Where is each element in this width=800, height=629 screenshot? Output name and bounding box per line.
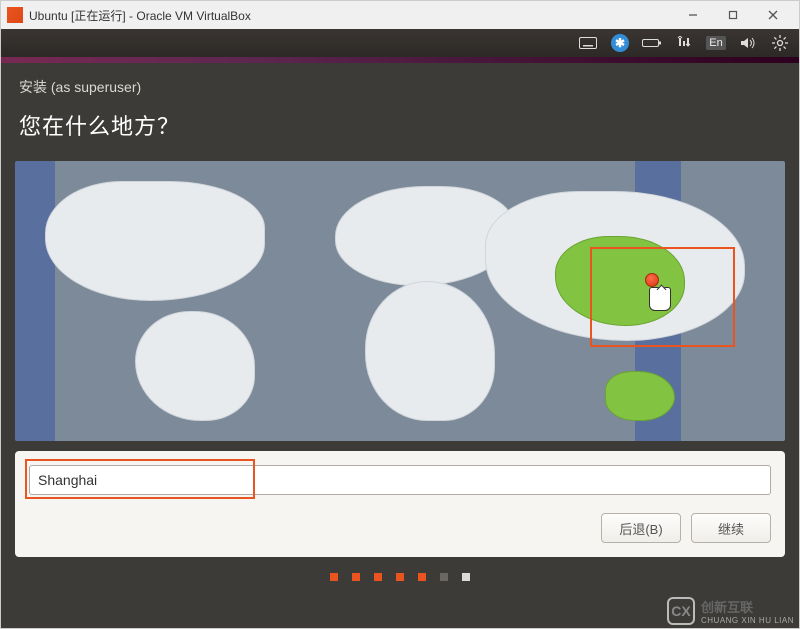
back-button[interactable]: 后退(B) — [601, 513, 681, 543]
virtualbox-window: Ubuntu [正在运行] - Oracle VM VirtualBox ✱ E… — [0, 0, 800, 629]
timezone-map[interactable] — [15, 161, 785, 441]
language-indicator[interactable]: En — [705, 32, 727, 54]
maximize-button[interactable] — [713, 2, 753, 28]
pager-dot — [374, 573, 382, 581]
australia-highlight — [605, 371, 675, 421]
watermark-logo-icon: CX — [667, 597, 695, 625]
window-title: Ubuntu [正在运行] - Oracle VM VirtualBox — [29, 7, 251, 24]
lower-panel: 后退(B) 继续 — [15, 451, 785, 557]
tz-band — [15, 161, 55, 441]
pager-dot — [330, 573, 338, 581]
app-icon — [7, 7, 23, 23]
installer-subtitle: 安装 (as superuser) — [1, 63, 799, 103]
pager-dot — [462, 573, 470, 581]
close-button[interactable] — [753, 2, 793, 28]
hand-cursor-icon — [649, 287, 671, 311]
watermark: CX 创新互联 CHUANG XIN HU LIAN — [667, 597, 794, 625]
action-row: 后退(B) 继续 — [29, 513, 771, 543]
pager-dot — [418, 573, 426, 581]
network-icon[interactable] — [673, 32, 695, 54]
pager-dot — [440, 573, 448, 581]
keyboard-icon[interactable] — [577, 32, 599, 54]
guest-menubar: ✱ En — [1, 29, 799, 57]
accessibility-icon[interactable]: ✱ — [609, 32, 631, 54]
pager-dot — [352, 573, 360, 581]
titlebar: Ubuntu [正在运行] - Oracle VM VirtualBox — [1, 1, 799, 29]
installer-body: 安装 (as superuser) 您在什么地方？ 后退(B) — [1, 63, 799, 628]
minimize-button[interactable] — [673, 2, 713, 28]
continue-button[interactable]: 继续 — [691, 513, 771, 543]
settings-gear-icon[interactable] — [769, 32, 791, 54]
battery-icon[interactable] — [641, 32, 663, 54]
location-pin-icon — [645, 273, 659, 287]
step-pager — [1, 563, 799, 591]
watermark-sub: CHUANG XIN HU LIAN — [701, 616, 794, 625]
pager-dot — [396, 573, 404, 581]
timezone-input[interactable] — [29, 465, 771, 495]
watermark-brand: 创新互联 — [701, 597, 794, 616]
installer-question: 您在什么地方？ — [1, 103, 799, 161]
sound-icon[interactable] — [737, 32, 759, 54]
